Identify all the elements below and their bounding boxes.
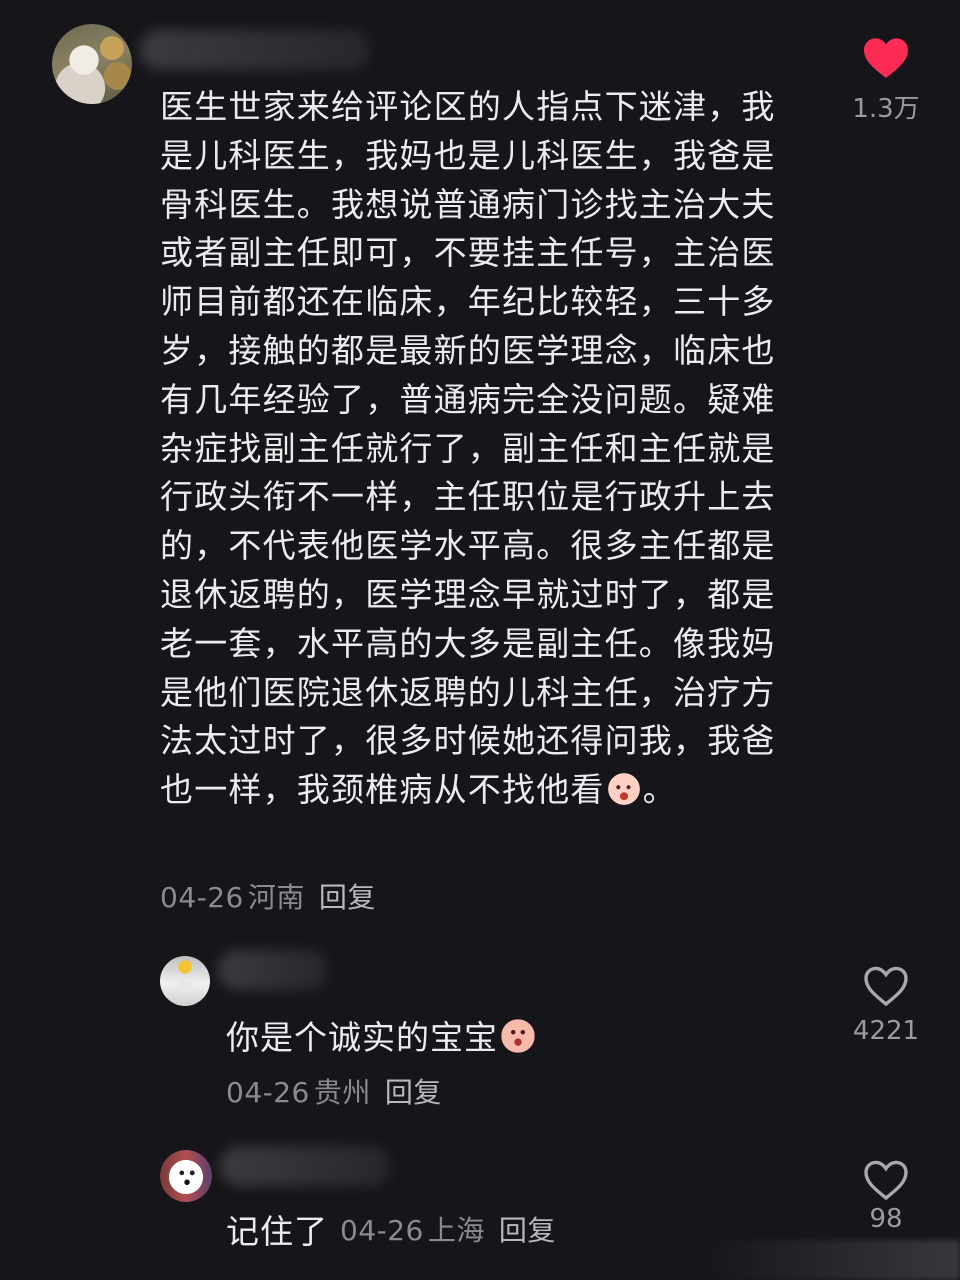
- like-count: 1.3万: [852, 94, 920, 124]
- comment-text: 医生世家来给评论区的人指点下迷津，我是儿科医生，我妈也是儿科医生，我爸是骨科医生…: [160, 87, 776, 810]
- reply-meta: 04-26 上海 回复: [340, 1209, 556, 1249]
- username-blurred[interactable]: [140, 30, 370, 70]
- username-blurred[interactable]: [218, 950, 328, 990]
- heart-outline-icon: [864, 1160, 908, 1201]
- surprised-face-icon: [498, 1017, 538, 1055]
- like-button[interactable]: 98: [846, 1158, 926, 1234]
- crying-face-icon: [604, 771, 643, 808]
- reply-text: 记住了: [226, 1212, 328, 1251]
- reply-date: 04-26: [226, 1076, 310, 1109]
- reply-button[interactable]: 回复: [319, 881, 376, 914]
- like-count: 98: [869, 1204, 903, 1234]
- avatar[interactable]: [52, 24, 132, 104]
- reply-date: 04-26: [340, 1214, 424, 1247]
- reply-location: 贵州: [313, 1076, 371, 1109]
- avatar[interactable]: [160, 956, 210, 1006]
- comment-date: 04-26: [160, 881, 244, 914]
- reply-location: 上海: [427, 1214, 485, 1247]
- like-button[interactable]: 4221: [846, 964, 926, 1046]
- comment-meta: 04-26 河南 回复: [160, 876, 376, 916]
- reply-text: 你是个诚实的宝宝: [226, 1011, 538, 1059]
- heart-outline-icon: [864, 966, 908, 1007]
- like-button[interactable]: 1.3万: [846, 36, 926, 125]
- comment-location: 河南: [247, 881, 305, 914]
- reply-button[interactable]: 回复: [499, 1214, 556, 1247]
- avatar[interactable]: [160, 1150, 212, 1202]
- watermark: [700, 1240, 960, 1280]
- heart-filled-icon: [864, 38, 908, 78]
- username-blurred[interactable]: [220, 1146, 390, 1186]
- reply-button[interactable]: 回复: [385, 1076, 442, 1109]
- reply-meta: 04-26 贵州 回复: [226, 1071, 442, 1111]
- like-count: 4221: [852, 1016, 920, 1046]
